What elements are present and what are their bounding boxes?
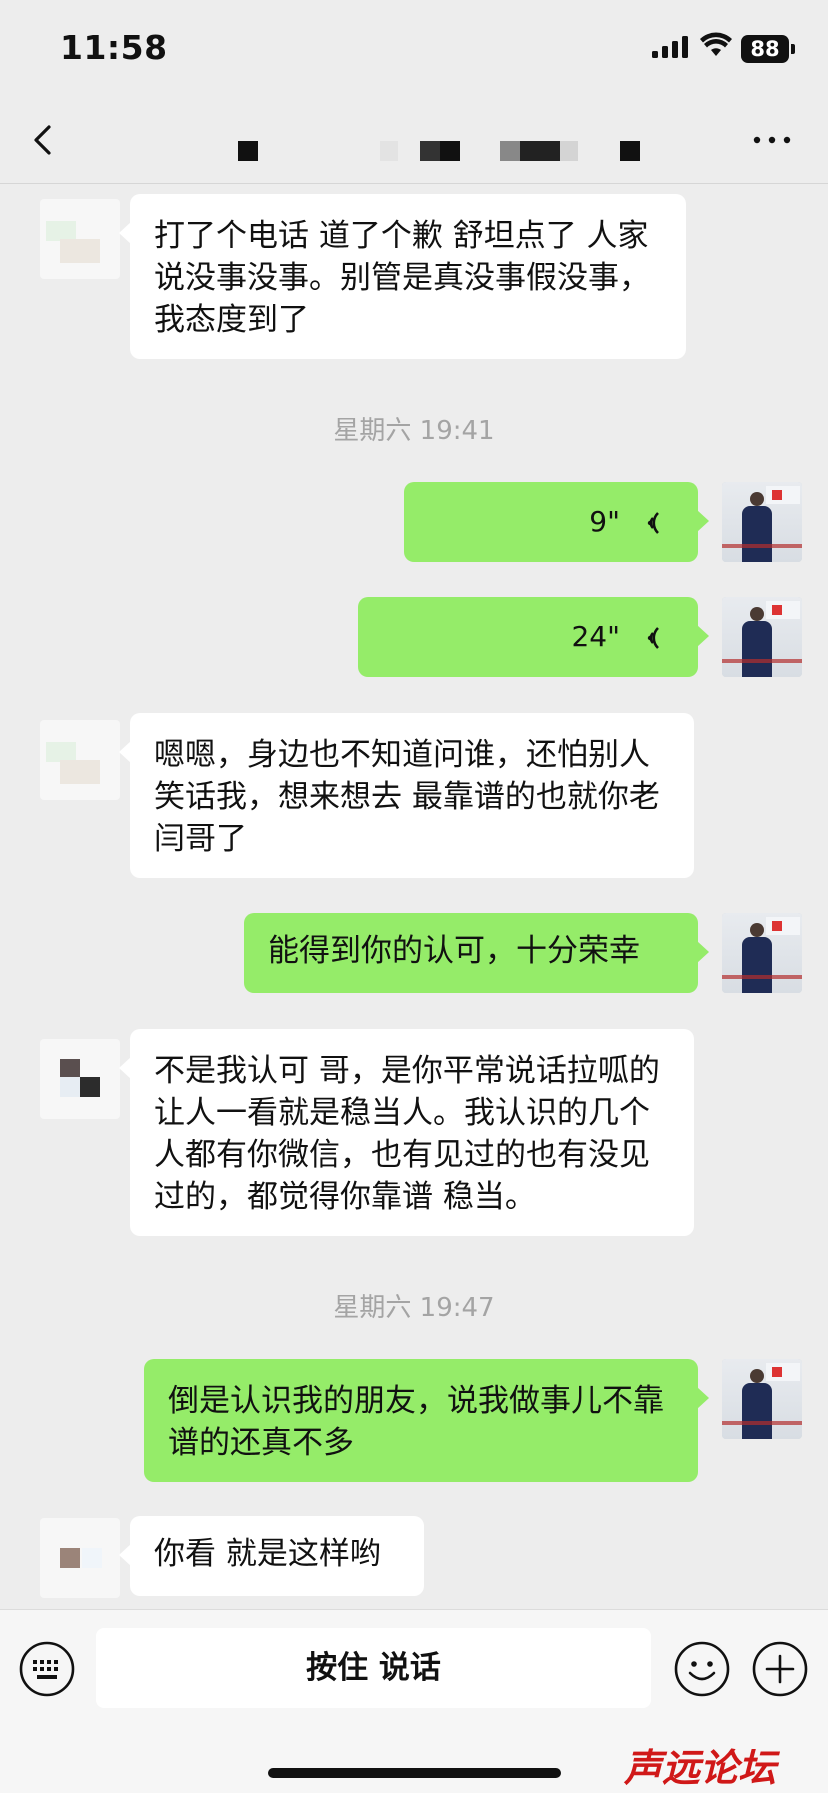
- battery-nub: [791, 44, 795, 54]
- emoji-icon: [674, 1641, 730, 1697]
- back-button[interactable]: [22, 118, 66, 162]
- chevron-left-icon: [34, 125, 51, 155]
- voice-duration: 9": [589, 505, 620, 538]
- voice-message-bubble[interactable]: 24": [358, 597, 709, 677]
- home-indicator[interactable]: [268, 1768, 561, 1778]
- my-avatar[interactable]: [722, 913, 802, 993]
- more-button[interactable]: [752, 130, 792, 150]
- emoji-button[interactable]: [673, 1640, 731, 1698]
- message-text: 能得到你的认可，十分荣幸: [268, 933, 640, 969]
- voice-message-bubble[interactable]: 9": [404, 482, 709, 562]
- contact-avatar[interactable]: [40, 720, 120, 800]
- plus-icon: [752, 1641, 808, 1697]
- contact-avatar[interactable]: [40, 1039, 120, 1119]
- message-bubble-incoming[interactable]: 嗯嗯，身边也不知道问谁，还怕别人笑话我，想来想去 最靠谱的也就你老闫哥了: [119, 713, 694, 878]
- nav-bar: [0, 100, 828, 184]
- status-time: 11:58: [60, 28, 168, 67]
- ellipsis-icon: [753, 136, 791, 144]
- timestamp: 星期六 19:41: [333, 416, 495, 446]
- message-text: 你看 就是这样哟: [154, 1536, 381, 1572]
- message-text: 不是我认可 哥，是你平常说话拉呱的 让人一看就是稳当人。我认识的几个人都有你微信…: [154, 1053, 660, 1215]
- message-bubble-incoming[interactable]: 你看 就是这样哟: [119, 1516, 424, 1596]
- message-bubble-outgoing[interactable]: 倒是认识我的朋友，说我做事儿不靠谱的还真不多: [144, 1359, 709, 1482]
- watermark-text: 声远论坛: [623, 1746, 781, 1790]
- battery-indicator: 88: [741, 35, 789, 63]
- hold-to-talk-button[interactable]: 按住 说话: [96, 1628, 651, 1708]
- contact-avatar[interactable]: [40, 1518, 120, 1598]
- timestamp: 星期六 19:47: [333, 1293, 495, 1323]
- voice-wave-icon: [647, 627, 659, 649]
- voice-wave-icon: [647, 512, 659, 534]
- my-avatar[interactable]: [722, 482, 802, 562]
- my-avatar[interactable]: [722, 597, 802, 677]
- keyboard-icon: [19, 1641, 75, 1697]
- message-text: 嗯嗯，身边也不知道问谁，还怕别人笑话我，想来想去 最靠谱的也就你老闫哥了: [154, 737, 660, 857]
- contact-avatar[interactable]: [40, 199, 120, 279]
- my-avatar[interactable]: [722, 1359, 802, 1439]
- wifi-icon: [700, 32, 732, 56]
- message-text: 倒是认识我的朋友，说我做事儿不靠谱的还真不多: [168, 1383, 664, 1461]
- chat-area[interactable]: 打了个电话 道了个歉 舒坦点了 人家说没事没事。别管是真没事假没事，我态度到了 …: [0, 184, 828, 1609]
- plus-button[interactable]: [751, 1640, 809, 1698]
- message-bubble-incoming[interactable]: 不是我认可 哥，是你平常说话拉呱的 让人一看就是稳当人。我认识的几个人都有你微信…: [119, 1029, 694, 1236]
- message-bubble-incoming[interactable]: 打了个电话 道了个歉 舒坦点了 人家说没事没事。别管是真没事假没事，我态度到了: [119, 194, 686, 359]
- message-bubble-outgoing[interactable]: 能得到你的认可，十分荣幸: [244, 913, 709, 993]
- site-watermark-logo: 声远论坛: [623, 1746, 781, 1790]
- message-text: 打了个电话 道了个歉 舒坦点了 人家说没事没事。别管是真没事假没事，我态度到了: [154, 218, 650, 338]
- status-bar: 11:58 88: [0, 0, 828, 100]
- cellular-signal-icon: [652, 36, 688, 58]
- voice-duration: 24": [571, 620, 620, 653]
- keyboard-button[interactable]: [18, 1640, 76, 1698]
